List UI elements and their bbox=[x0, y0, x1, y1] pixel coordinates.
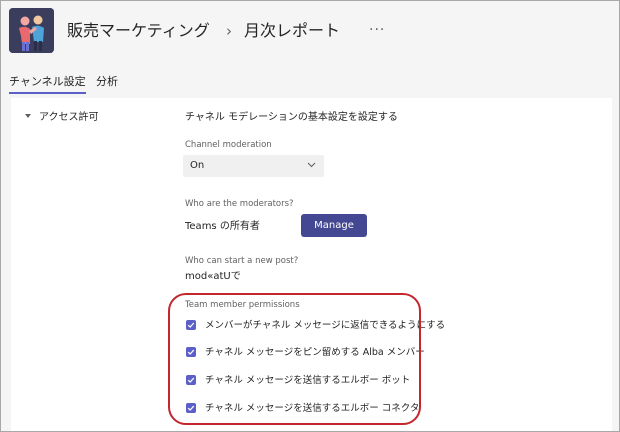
manage-moderators-button[interactable]: Manage bbox=[301, 214, 367, 237]
more-options-icon[interactable]: ··· bbox=[369, 19, 385, 41]
channel-header: 販売マーケティング › 月次レポート ··· bbox=[1, 1, 619, 65]
new-post-value: mod«atUで bbox=[185, 271, 241, 282]
breadcrumb-separator: › bbox=[226, 22, 232, 40]
permissions-section-label: アクセス許可 bbox=[39, 112, 99, 123]
moderators-value: Teams の所有者 bbox=[185, 221, 260, 232]
channel-name[interactable]: 月次レポート bbox=[244, 20, 340, 42]
channel-moderation-label: Channel moderation bbox=[185, 140, 272, 150]
section-title: チャネル モデレーションの基本設定を設定する bbox=[185, 112, 398, 123]
new-post-label: Who can start a new post? bbox=[185, 256, 299, 266]
permissions-highlight-outline bbox=[168, 293, 421, 425]
permissions-section-toggle[interactable]: アクセス許可 bbox=[25, 111, 99, 125]
team-people-icon bbox=[9, 8, 54, 53]
tab-channel-settings[interactable]: チャンネル設定 bbox=[9, 75, 86, 94]
caret-down-icon bbox=[25, 114, 31, 118]
channel-moderation-value: On bbox=[190, 160, 205, 171]
team-avatar[interactable] bbox=[9, 8, 54, 53]
app-window: 販売マーケティング › 月次レポート ··· チャンネル設定 分析 アクセス許可… bbox=[0, 0, 620, 432]
tab-analytics[interactable]: 分析 bbox=[96, 75, 118, 89]
chevron-down-icon bbox=[307, 162, 316, 168]
channel-moderation-dropdown[interactable]: On bbox=[183, 155, 324, 177]
moderators-label: Who are the moderators? bbox=[185, 199, 294, 209]
team-name[interactable]: 販売マーケティング bbox=[67, 20, 210, 42]
